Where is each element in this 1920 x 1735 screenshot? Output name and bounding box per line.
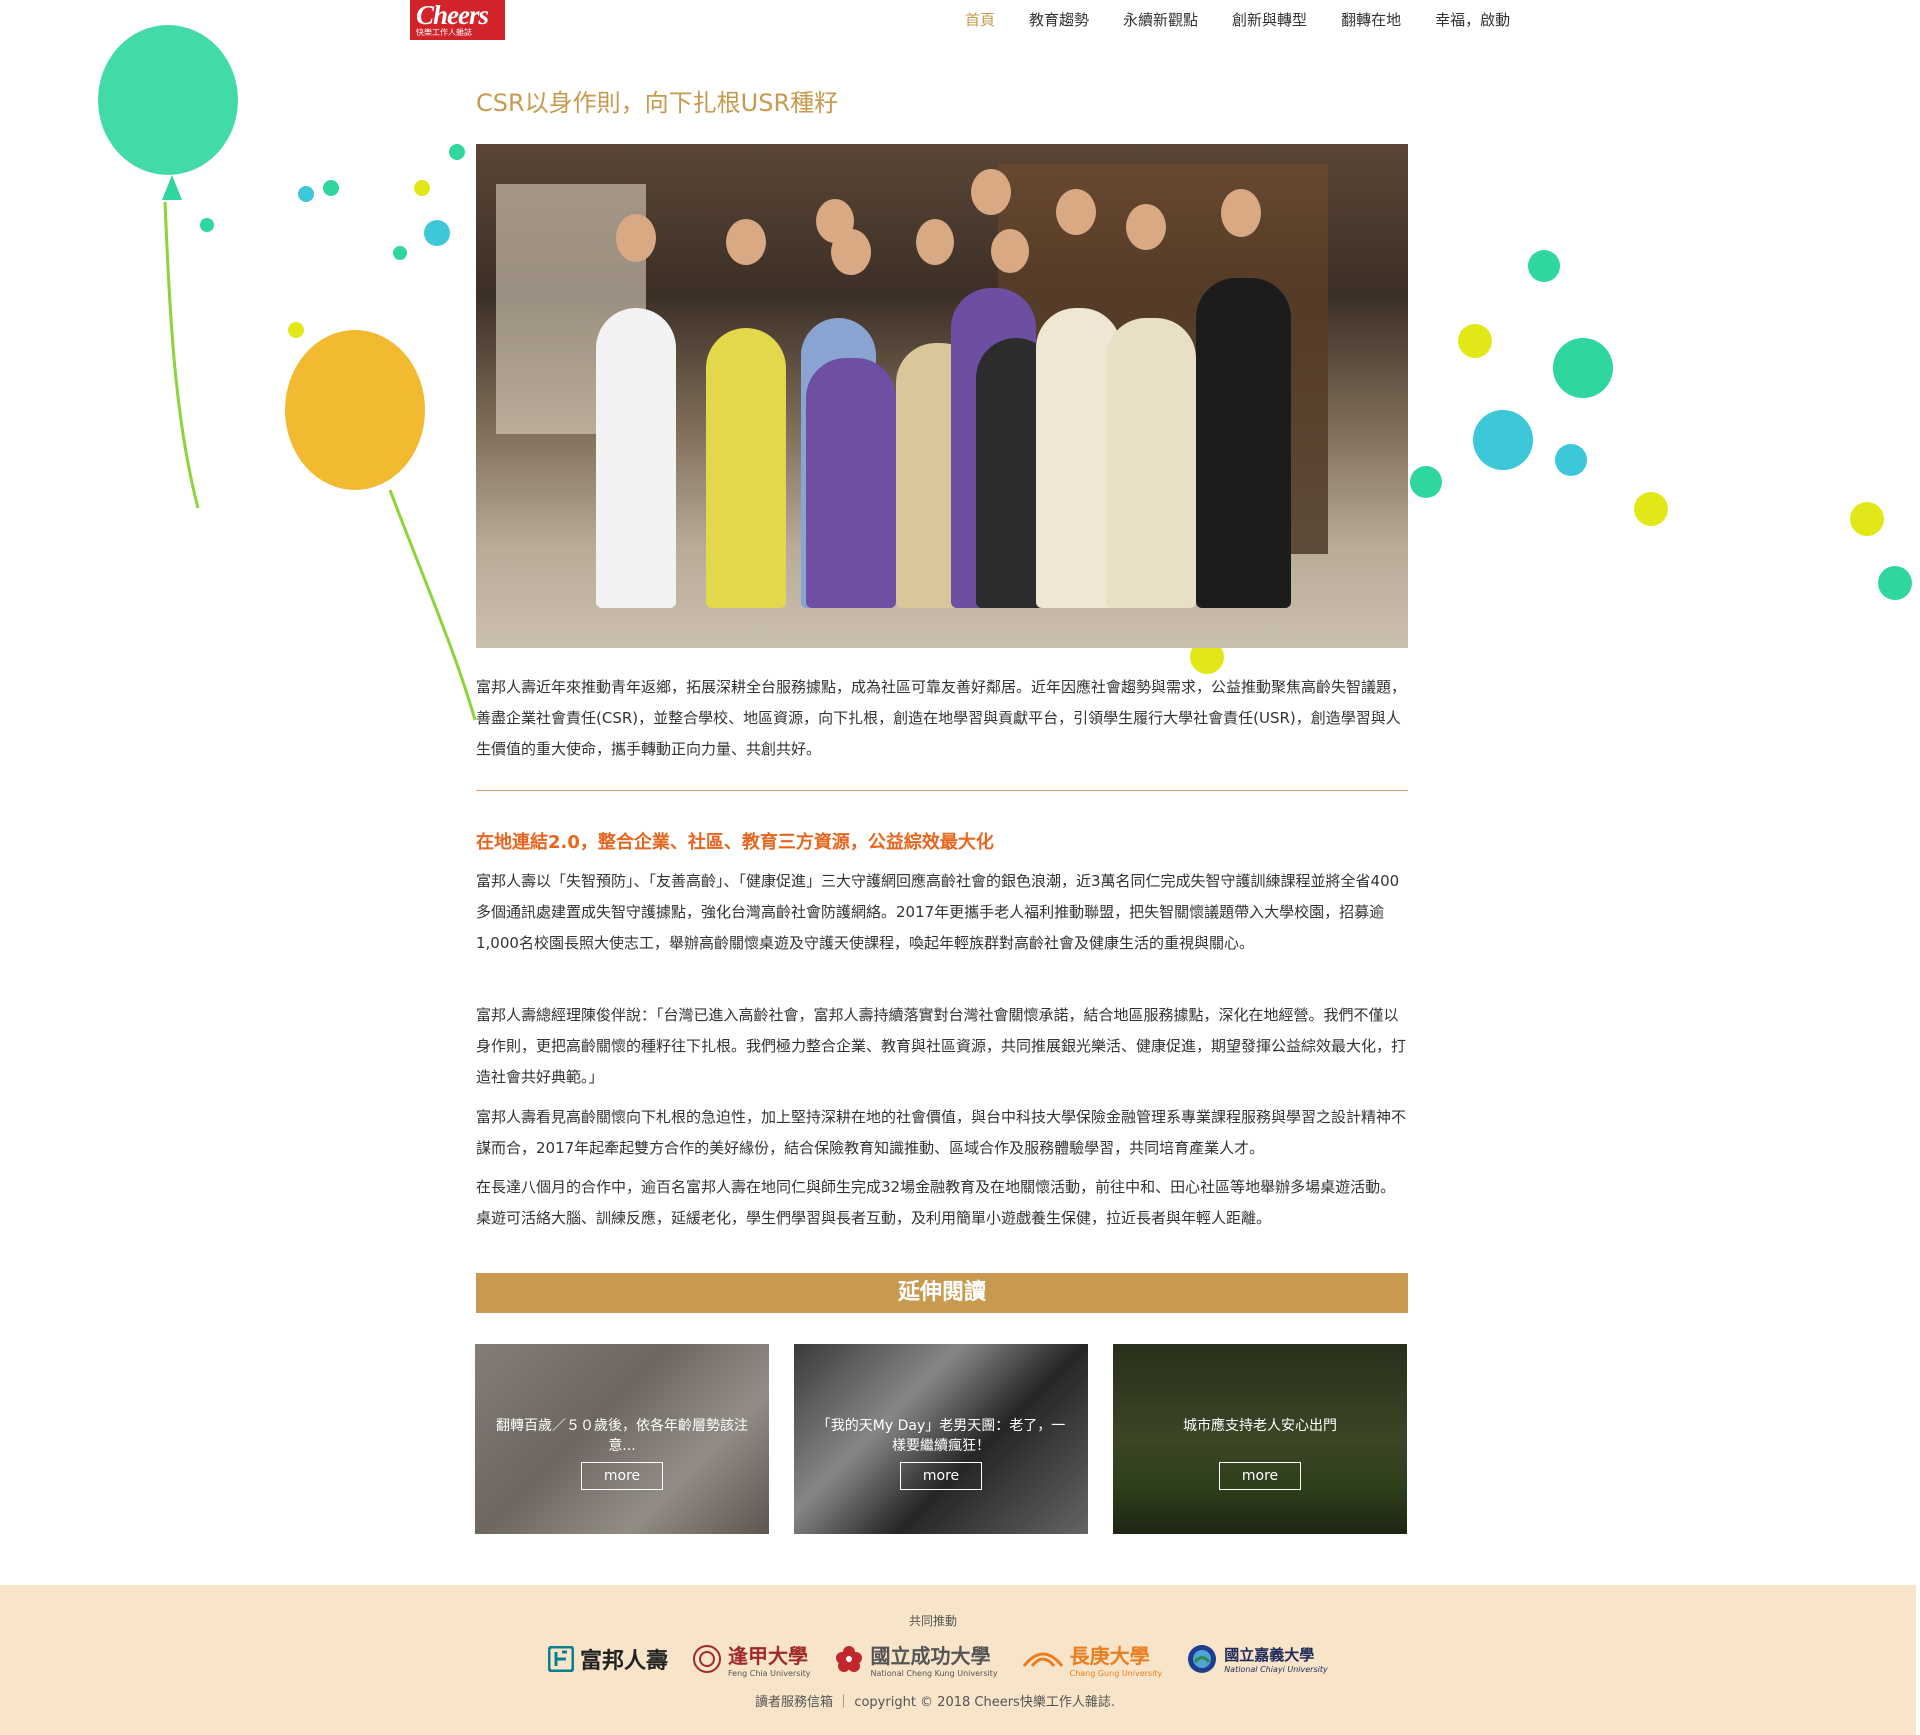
card-overlay [1113, 1344, 1407, 1534]
more-button[interactable]: more [1219, 1462, 1301, 1490]
decor-dot [1528, 250, 1560, 282]
sponsor-name: 國立嘉義大學 [1224, 1648, 1315, 1664]
sponsor-name: 逢甲大學 [728, 1646, 809, 1668]
separator: ｜ [837, 1695, 855, 1710]
photo-person-head [1056, 189, 1096, 235]
decor-dot [1473, 410, 1533, 470]
copyright-text: copyright © 2018 Cheers快樂工作人雜誌. [854, 1695, 1115, 1710]
sponsor-ncku[interactable]: 國立成功大學 National Cheng Kung University [834, 1640, 998, 1678]
sponsor-fcu[interactable]: 逢甲大學 Feng Chia University [692, 1640, 810, 1678]
footer-copyright-row: 讀者服務信箱 ｜ copyright © 2018 Cheers快樂工作人雜誌. [0, 1691, 1870, 1710]
sponsor-english-name: National Cheng Kung University [870, 1669, 998, 1678]
cgu-emblem-icon [1022, 1652, 1063, 1667]
article-paragraph: 富邦人壽看見高齡關懷向下札根的急迫性，加上堅持深耕在地的社會價值，與台中科技大學… [476, 1108, 1407, 1157]
related-article-card[interactable]: 翻轉百歲／５０歲後，依各年齡層勢該注意... more [475, 1344, 769, 1534]
logo-title: Cheers [416, 0, 489, 30]
co-promote-label: 共同推動 [908, 1614, 957, 1628]
card-title: 「我的天My Day」老男天團：老了，一樣要繼續瘋狂！ [816, 1418, 1066, 1454]
article-intro: 富邦人壽近年來推動青年返鄉，拓展深耕全台服務據點，成為社區可靠友善好鄰居。近年因… [476, 678, 1407, 758]
section-subheading: 在地連結2.0，整合企業、社區、教育三方資源，公益綜效最大化 [476, 832, 994, 853]
nav-item-local[interactable]: 翻轉在地 [1341, 9, 1401, 30]
article-title: CSR以身作則，向下扎根USR種籽 [476, 89, 839, 117]
photo-person [1196, 278, 1291, 608]
nav-item-happiness[interactable]: 幸福，啟動 [1435, 9, 1510, 30]
decor-dot [323, 180, 339, 196]
extended-reading-heading: 延伸閱讀 [476, 1273, 1408, 1313]
article-paragraph: 富邦人壽以「失智預防」、「友善高齡」、「健康促進」三大守護網回應高齡社會的銀色浪… [476, 872, 1400, 952]
article-paragraph: 在長達八個月的合作中，逾百名富邦人壽在地同仁與師生完成32場金融教育及在地關懷活… [476, 1178, 1396, 1227]
photo-person-head [991, 229, 1029, 273]
photo-person [596, 308, 676, 608]
photo-person-head [616, 214, 656, 262]
decor-dot [1878, 566, 1912, 600]
more-button[interactable]: more [900, 1462, 982, 1490]
sponsor-english-name: Chang Gung University [1069, 1669, 1163, 1678]
photo-person [706, 328, 786, 608]
article-paragraph: 富邦人壽總經理陳俊伴說：「台灣已進入高齡社會，富邦人壽持續落實對台灣社會關懷承諾… [476, 1006, 1407, 1086]
decor-dot [1458, 324, 1492, 358]
decor-dot [1850, 502, 1884, 536]
related-article-card[interactable]: 「我的天My Day」老男天團：老了，一樣要繼續瘋狂！ more [794, 1344, 1088, 1534]
ncku-plum-icon [836, 1646, 863, 1672]
sponsor-ncyu[interactable]: 國立嘉義大學 National Chiayi University [1186, 1643, 1328, 1675]
reader-service-mail-link[interactable]: 讀者服務信箱 [755, 1695, 833, 1710]
photo-person-head [1221, 189, 1261, 237]
yellow-balloon-decoration [285, 330, 477, 721]
sponsor-name: 國立成功大學 [870, 1646, 991, 1668]
decor-dot [1410, 466, 1442, 498]
decor-dot [1553, 338, 1613, 398]
sponsor-name: 長庚大學 [1069, 1646, 1150, 1668]
decor-dot [288, 322, 304, 338]
nav-item-innovation[interactable]: 創新與轉型 [1232, 9, 1307, 30]
photo-person-head [1126, 204, 1166, 250]
green-balloon-decoration [98, 25, 238, 509]
decor-dot [200, 218, 214, 232]
nav-item-home[interactable]: 首頁 [965, 9, 995, 30]
sponsor-name: 富邦人壽 [580, 1648, 669, 1673]
sponsor-cgu[interactable]: 長庚大學 Chang Gung University [1022, 1640, 1163, 1678]
decor-dot [1634, 492, 1668, 526]
decor-dot [298, 186, 314, 202]
sponsor-logos: 富邦人壽 逢甲大學 Feng Chia University 國立成功大學 Na… [548, 1640, 1328, 1678]
cheers-logo[interactable]: Cheers 快樂工作人雜誌 [410, 0, 505, 40]
decor-dot [414, 180, 430, 196]
card-title: 城市應支持老人安心出門 [1183, 1418, 1337, 1434]
fcu-seal-icon [693, 1645, 722, 1673]
fubon-logo-icon [548, 1646, 574, 1672]
more-button[interactable]: more [581, 1462, 663, 1490]
photo-person [806, 358, 896, 608]
decor-dot [424, 220, 450, 246]
group-photo [476, 144, 1408, 648]
photo-person-head [726, 219, 766, 265]
decor-dot [1555, 444, 1587, 476]
footer: 共同推動 富邦人壽 逢甲大學 Feng Chia University 國立成功… [0, 1585, 1916, 1735]
sponsor-english-name: Feng Chia University [728, 1669, 811, 1678]
decor-dot [449, 144, 465, 160]
nav-item-education-trends[interactable]: 教育趨勢 [1029, 9, 1089, 30]
card-title: 翻轉百歲／５０歲後，依各年齡層勢該注意... [496, 1418, 748, 1454]
nav-item-sustainability[interactable]: 永續新觀點 [1123, 9, 1198, 30]
decor-dot [393, 246, 407, 260]
photo-person-head [916, 219, 954, 265]
section-divider [476, 790, 1408, 791]
ncyu-seal-icon [1188, 1645, 1217, 1673]
sponsor-english-name: National Chiayi University [1224, 1665, 1328, 1674]
photo-person-head [831, 229, 871, 275]
main-nav: 首頁 教育趨勢 永續新觀點 創新與轉型 翻轉在地 幸福，啟動 [965, 9, 1544, 30]
related-article-card[interactable]: 城市應支持老人安心出門 more [1113, 1344, 1407, 1534]
sponsor-fubon[interactable]: 富邦人壽 [548, 1643, 668, 1675]
photo-person [1106, 318, 1196, 608]
photo-person-head [971, 169, 1011, 215]
